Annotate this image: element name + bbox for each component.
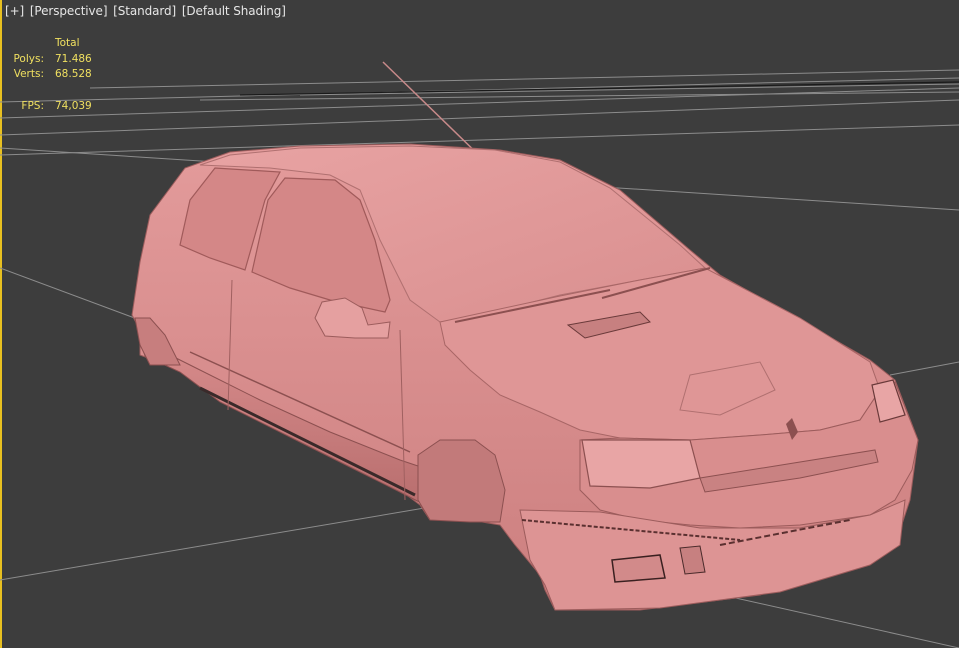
viewport-label-menu: [+] [Perspective] [Standard] [Default Sh… <box>4 4 287 18</box>
viewport-menu-standard[interactable]: [Standard] <box>112 4 177 18</box>
perspective-viewport[interactable]: [+] [Perspective] [Standard] [Default Sh… <box>0 0 959 648</box>
statistics-overlay: Total Polys: 71.486 Verts: 68.528 FPS: 7… <box>0 36 110 114</box>
car-model[interactable] <box>131 61 919 611</box>
verts-label: Verts: <box>13 68 44 80</box>
verts-value: 68.528 <box>55 68 92 80</box>
viewport-scene[interactable] <box>0 0 959 648</box>
fps-value: 74,039 <box>55 99 92 112</box>
stats-header: Total <box>55 37 80 49</box>
polys-label: Polys: <box>13 52 44 65</box>
viewport-menu-plus[interactable]: [+] <box>4 4 25 18</box>
polys-value: 71.486 <box>55 52 92 65</box>
viewport-menu-shading[interactable]: [Default Shading] <box>181 4 287 18</box>
fps-label: FPS: <box>21 99 44 112</box>
viewport-menu-perspective[interactable]: [Perspective] <box>29 4 109 18</box>
